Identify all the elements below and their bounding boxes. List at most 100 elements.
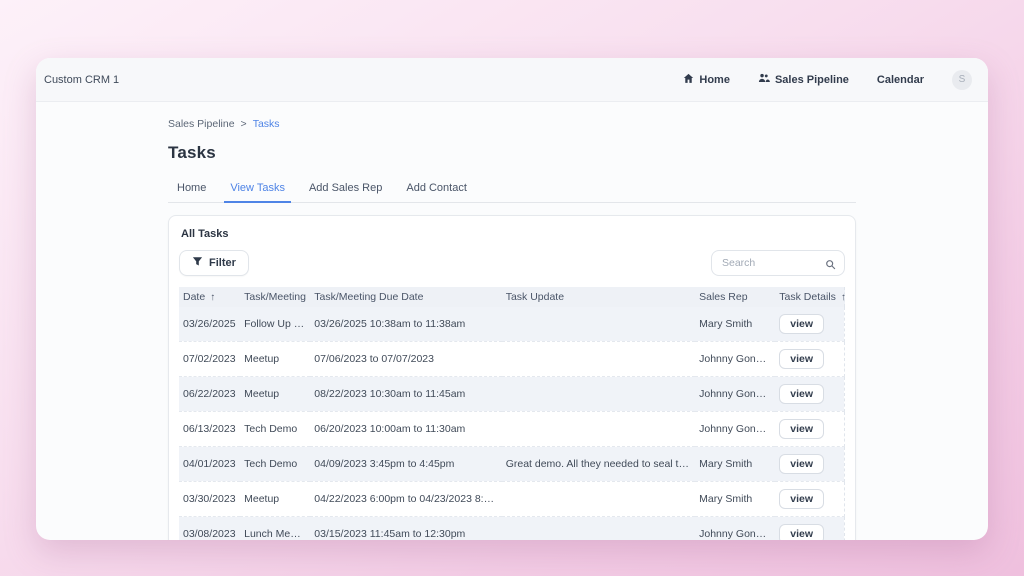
cell-due-date: 04/09/2023 3:45pm to 4:45pm	[310, 447, 501, 482]
cell-date: 06/22/2023	[179, 377, 240, 412]
cell-due-date: 07/06/2023 to 07/07/2023	[310, 342, 501, 377]
cell-due-date: 04/22/2023 6:00pm to 04/23/2023 8:00pm	[310, 482, 501, 517]
table-row: 04/01/2023Tech Demo04/09/2023 3:45pm to …	[179, 447, 845, 482]
table-row: 06/22/2023Meetup08/22/2023 10:30am to 11…	[179, 377, 845, 412]
table-toolbar: Filter	[179, 250, 845, 276]
column-label: Task/Meeting Due Date	[314, 291, 423, 303]
cell-sales-rep: Johnny Gonzalez	[695, 377, 775, 412]
tab-view-tasks[interactable]: View Tasks	[218, 175, 297, 202]
table-row: 03/30/2023Meetup04/22/2023 6:00pm to 04/…	[179, 482, 845, 517]
view-button[interactable]: view	[779, 384, 824, 404]
column-label: Date	[183, 291, 205, 303]
view-button[interactable]: view	[779, 489, 824, 509]
cell-due-date: 06/20/2023 10:00am to 11:30am	[310, 412, 501, 447]
cell-date: 04/01/2023	[179, 447, 240, 482]
desktop-background: { "app": { "title": "Custom CRM 1" }, "n…	[0, 0, 1024, 576]
cell-task-update	[502, 307, 695, 342]
cell-task-meeting: Follow Up Email	[240, 307, 310, 342]
cell-task-meeting: Lunch Meeting	[240, 517, 310, 541]
nav-item-sales-pipeline[interactable]: Sales Pipeline	[758, 72, 849, 87]
cell-sales-rep: Mary Smith	[695, 482, 775, 517]
breadcrumb-sales-pipeline[interactable]: Sales Pipeline	[168, 118, 235, 130]
view-button[interactable]: view	[779, 349, 824, 369]
breadcrumb-tasks[interactable]: Tasks	[253, 118, 280, 130]
cell-task-details: view	[775, 307, 844, 342]
cell-task-details: view	[775, 377, 844, 412]
table-row: 06/13/2023Tech Demo06/20/2023 10:00am to…	[179, 412, 845, 447]
user-avatar[interactable]: S	[952, 70, 972, 90]
tasks-table-header: Date↑Task/MeetingTask/Meeting Due DateTa…	[179, 287, 845, 307]
column-header-task-meeting-due-date[interactable]: Task/Meeting Due Date	[310, 287, 501, 307]
column-header-task-update[interactable]: Task Update	[502, 287, 695, 307]
cell-date: 03/26/2025	[179, 307, 240, 342]
cell-task-update	[502, 377, 695, 412]
cell-sales-rep: Mary Smith	[695, 447, 775, 482]
tab-add-contact[interactable]: Add Contact	[394, 175, 479, 202]
column-header-task-details[interactable]: Task Details ↑	[775, 287, 844, 307]
table-row: 03/08/2023Lunch Meeting03/15/2023 11:45a…	[179, 517, 845, 541]
filter-icon	[192, 256, 203, 270]
column-label: Sales Rep	[699, 291, 747, 303]
app-title: Custom CRM 1	[44, 74, 119, 86]
cell-task-meeting: Meetup	[240, 482, 310, 517]
cell-task-update	[502, 342, 695, 377]
cell-task-details: view	[775, 447, 844, 482]
cell-sales-rep: Mary Smith	[695, 307, 775, 342]
cell-task-details: view	[775, 517, 844, 541]
cell-task-update: Great demo. All they needed to seal the …	[502, 447, 695, 482]
tasks-table-body: 03/26/2025Follow Up Email03/26/2025 10:3…	[179, 307, 845, 540]
cell-task-meeting: Meetup	[240, 377, 310, 412]
page-title: Tasks	[168, 143, 856, 163]
cell-sales-rep: Johnny Gonzalez	[695, 517, 775, 541]
view-button[interactable]: view	[779, 524, 824, 540]
page-content: Sales Pipeline > Tasks Tasks Home View T…	[36, 102, 988, 540]
cell-task-meeting: Tech Demo	[240, 412, 310, 447]
nav-item-home[interactable]: Home	[683, 73, 730, 87]
cell-sales-rep: Johnny Gonzalez	[695, 342, 775, 377]
filter-button[interactable]: Filter	[179, 250, 249, 276]
breadcrumb: Sales Pipeline > Tasks	[168, 118, 856, 130]
column-label: Task/Meeting	[244, 291, 306, 303]
column-label: Task Details	[779, 291, 836, 303]
people-icon	[758, 72, 770, 87]
view-button[interactable]: view	[779, 314, 824, 334]
nav-item-label: Sales Pipeline	[775, 74, 849, 86]
top-navbar: Custom CRM 1 Home Sales Pipeline Calenda…	[36, 58, 988, 102]
search-icon	[825, 257, 836, 275]
nav-item-calendar[interactable]: Calendar	[877, 74, 924, 86]
all-tasks-card: All Tasks Filter	[168, 215, 856, 540]
cell-task-details: view	[775, 342, 844, 377]
app-window: Custom CRM 1 Home Sales Pipeline Calenda…	[36, 58, 988, 540]
cell-task-details: view	[775, 482, 844, 517]
nav-item-label: Home	[699, 74, 730, 86]
card-title: All Tasks	[179, 228, 845, 240]
tab-home[interactable]: Home	[168, 175, 218, 202]
column-header-task-meeting[interactable]: Task/Meeting	[240, 287, 310, 307]
tasks-table: Date↑Task/MeetingTask/Meeting Due DateTa…	[179, 287, 845, 540]
search-box	[711, 250, 845, 276]
sort-ascending-icon: ↑	[841, 292, 846, 303]
cell-due-date: 08/22/2023 10:30am to 11:45am	[310, 377, 501, 412]
cell-sales-rep: Johnny Gonzalez	[695, 412, 775, 447]
cell-task-meeting: Tech Demo	[240, 447, 310, 482]
navbar-menu: Home Sales Pipeline Calendar S	[683, 70, 972, 90]
filter-button-label: Filter	[209, 257, 236, 269]
breadcrumb-separator: >	[241, 118, 247, 130]
cell-task-details: view	[775, 412, 844, 447]
column-label: Task Update	[506, 291, 564, 303]
column-header-sales-rep[interactable]: Sales Rep	[695, 287, 775, 307]
tab-add-sales-rep[interactable]: Add Sales Rep	[297, 175, 394, 202]
cell-date: 03/08/2023	[179, 517, 240, 541]
cell-task-update	[502, 517, 695, 541]
cell-task-meeting: Meetup	[240, 342, 310, 377]
cell-task-update	[502, 482, 695, 517]
home-icon	[683, 73, 694, 87]
cell-due-date: 03/15/2023 11:45am to 12:30pm	[310, 517, 501, 541]
view-button[interactable]: view	[779, 454, 824, 474]
column-header-date[interactable]: Date↑	[179, 287, 240, 307]
nav-item-label: Calendar	[877, 74, 924, 86]
table-row: 07/02/2023Meetup07/06/2023 to 07/07/2023…	[179, 342, 845, 377]
tab-bar: Home View Tasks Add Sales Rep Add Contac…	[168, 175, 856, 203]
cell-date: 07/02/2023	[179, 342, 240, 377]
view-button[interactable]: view	[779, 419, 824, 439]
